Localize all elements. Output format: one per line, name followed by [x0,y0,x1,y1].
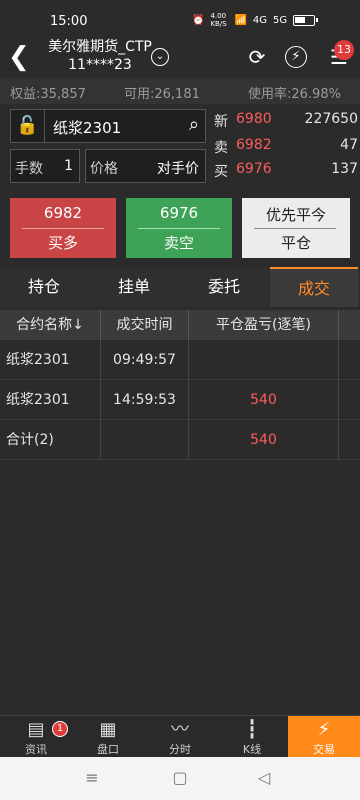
nav-news-label: 资讯 [25,743,47,756]
clock: 15:00 [50,14,88,29]
status-icons: ⏰ 4.00 KB/S 📶 4G 5G [192,12,319,28]
bottom-nav: ▤ 资讯 1 ▦ 盘口 〰 分时 ┇ K线 ⚡ 交易 [0,715,360,758]
symbol-input[interactable]: 纸浆2301 [53,117,121,138]
divider [254,228,336,229]
chevron-down-icon[interactable]: ⌄ [151,48,169,66]
price-field[interactable]: 价格 对手价 [85,149,206,183]
table-row[interactable]: 纸浆2301 14:59:53 540 [0,380,360,420]
bid-label: 买 [214,164,228,180]
table-row[interactable]: 合计(2) 540 [0,420,360,460]
nav-orderbook[interactable]: ▦ 盘口 [72,716,144,758]
last-quote-row: 新 6980 227650 [212,111,358,133]
system-back-icon[interactable]: ◁ [244,765,284,791]
bid-price: 6976 [236,161,272,177]
wifi-icon: 📶 [234,14,247,26]
line-chart-icon: 〰 [171,719,189,740]
symbol-selector[interactable]: 🔓 纸浆2301 ⌕ [10,109,206,143]
lightning-icon[interactable]: ⚡ [285,46,307,68]
nav-kline[interactable]: ┇ K线 [216,716,288,758]
tab-orders[interactable]: 委托 [180,267,268,307]
price-value[interactable]: 对手价 [157,158,199,178]
contract-cell: 纸浆2301 [0,340,101,380]
pnl-cell: 540 [189,380,339,420]
quote-panel: 新 6980 227650 卖 6982 47 买 6976 137 [212,109,358,183]
home-icon[interactable]: ▢ [160,765,200,791]
tab-trades[interactable]: 成交 [270,267,358,307]
pnl-cell: 540 [189,420,339,460]
account-title[interactable]: 美尔雅期货_CTP 11****23 [40,38,160,74]
ask-price: 6982 [236,137,272,153]
buy-label: 买多 [47,234,78,252]
time-cell: 14:59:53 [101,380,189,420]
notification-badge: 13 [334,40,354,60]
quantity-value[interactable]: 1 [64,158,73,174]
available: 可用:26,181 [124,87,200,102]
nav-intraday[interactable]: 〰 分时 [144,716,216,758]
last-price: 6980 [236,111,272,127]
pnl-cell [189,340,339,380]
lock-icon[interactable]: 🔓 [11,110,45,142]
tab-pending[interactable]: 挂单 [90,267,178,307]
account-summary: 权益:35,857 可用:26,181 使用率:26.98% [0,78,360,104]
candlestick-icon: ┇ [246,719,258,740]
nav-kline-label: K线 [242,743,262,756]
news-badge: 1 [52,721,68,737]
time-cell: 09:49:57 [101,340,189,380]
ask-volume: 47 [340,137,358,153]
sell-label: 卖空 [163,234,194,252]
tab-positions[interactable]: 持仓 [0,267,88,307]
sim2-signal: 5G [273,14,288,26]
ask-label: 卖 [214,140,228,156]
divider [138,228,220,229]
nav-trade-label: 交易 [313,743,335,756]
table-header: 合约名称↓ 成交时间 平仓盈亏(逐笔) [0,310,360,340]
contract-cell: 纸浆2301 [0,380,101,420]
bid-quote-row: 买 6976 137 [212,161,358,183]
price-label: 价格 [90,161,118,177]
broker-name: 美尔雅期货_CTP [48,39,152,55]
lightning-icon: ⚡ [317,719,331,740]
quantity-label: 手数 [15,161,43,177]
sell-price: 6976 [159,204,199,222]
time-cell [101,420,189,460]
alarm-icon: ⏰ [192,14,205,26]
orderbook-icon: ▦ [99,719,117,740]
close-mode-label: 优先平今 [265,206,326,224]
trade-tabs: 持仓 挂单 委托 成交 [0,267,360,307]
refresh-icon[interactable]: ⟳ [244,44,270,70]
title-bar: ❮ 美尔雅期货_CTP 11****23 ⌄ ⟳ ⚡ ☰ [0,36,360,78]
nav-news[interactable]: ▤ 资讯 1 [0,716,72,758]
net-speed: 4.00 KB/S [210,12,227,28]
order-actions: 6982 买多 6976 卖空 优先平今 平仓 [10,198,350,258]
recent-apps-icon[interactable]: ≡ [72,765,112,791]
status-bar: 15:00 ⏰ 4.00 KB/S 📶 4G 5G [0,0,360,36]
nav-trade[interactable]: ⚡ 交易 [288,716,360,758]
battery-icon [293,14,319,26]
usage-rate: 使用率:26.98% [248,87,341,102]
nav-orderbook-label: 盘口 [97,743,119,756]
system-nav: ≡ ▢ ◁ [0,757,360,800]
sim1-signal: 4G [252,14,268,26]
buy-long-button[interactable]: 6982 买多 [10,198,116,258]
equity: 权益:35,857 [10,87,86,102]
quantity-field[interactable]: 手数 1 [10,149,80,183]
back-icon[interactable]: ❮ [8,42,34,72]
contract-cell: 合计(2) [0,420,101,460]
sell-short-button[interactable]: 6976 卖空 [126,198,232,258]
col-pnl[interactable]: 平仓盈亏(逐笔) [189,310,339,340]
ask-quote-row: 卖 6982 47 [212,137,358,159]
nav-intraday-label: 分时 [169,743,191,756]
table-row[interactable]: 纸浆2301 09:49:57 [0,340,360,380]
last-label: 新 [214,114,228,130]
search-icon[interactable]: ⌕ [189,114,199,135]
last-volume: 227650 [304,111,358,127]
bid-volume: 137 [331,161,358,177]
col-contract[interactable]: 合约名称↓ [0,310,101,340]
close-label: 平仓 [280,234,311,252]
col-time[interactable]: 成交时间 [101,310,189,340]
buy-price: 6982 [43,204,83,222]
divider [22,228,104,229]
account-id: 11****23 [68,57,132,73]
close-position-button[interactable]: 优先平今 平仓 [242,198,350,258]
